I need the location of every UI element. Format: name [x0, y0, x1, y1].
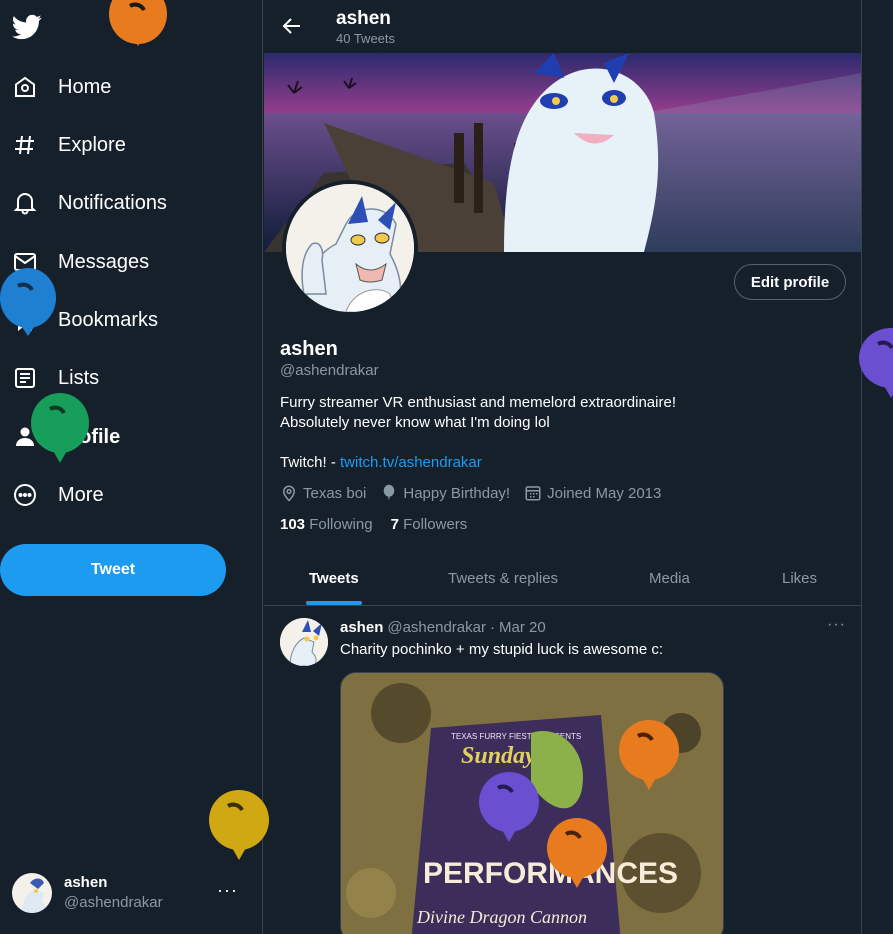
joined-item: Joined May 2013	[524, 484, 661, 502]
tab-tweets-replies[interactable]: Tweets & replies	[448, 552, 558, 605]
following-count: 103	[280, 516, 306, 533]
profile-column: ashen 40 Tweets Edit profile ashen @ashe…	[264, 0, 862, 934]
sidebar-item-messages[interactable]: Messages	[0, 237, 240, 287]
tweet-count: 40 Tweets	[336, 31, 396, 46]
sidebar-item-label: Messages	[58, 250, 150, 273]
sidebar-item-profile[interactable]: Profile	[0, 412, 240, 462]
twitch-link[interactable]: twitch.tv/ashendrakar	[340, 454, 482, 471]
joined-text: Joined May 2013	[547, 484, 662, 502]
sidebar-item-more[interactable]: More	[0, 470, 240, 520]
tweet-date[interactable]: Mar 20	[499, 619, 546, 636]
sidebar-item-home[interactable]: Home	[0, 62, 240, 112]
avatar	[12, 873, 52, 913]
poster-title-text: PERFORMANCES	[423, 857, 678, 890]
edit-profile-button[interactable]: Edit profile	[734, 264, 846, 300]
tweet-menu-icon[interactable]: ···	[827, 616, 846, 634]
followers-count: 7	[390, 516, 399, 533]
profile-avatar[interactable]	[282, 180, 418, 316]
profile-bio: Furry streamer VR enthusiast and memelor…	[280, 393, 676, 473]
home-icon	[12, 74, 38, 100]
birthday-balloon-purple	[859, 328, 893, 398]
sidebar-item-label: Lists	[58, 366, 100, 389]
bell-icon	[12, 190, 38, 216]
page-title: ashen	[336, 8, 391, 29]
sidebar-item-bookmarks[interactable]: Bookmarks	[0, 295, 240, 345]
profile-name: ashen	[280, 338, 338, 360]
account-name: ashen	[64, 874, 108, 891]
bio-line: Twitch! - twitch.tv/ashendrakar	[280, 453, 676, 473]
hashtag-icon	[12, 132, 38, 158]
tab-tweets[interactable]: Tweets	[309, 552, 359, 605]
person-icon	[12, 424, 38, 450]
location-text: Texas boi	[303, 484, 367, 502]
more-circle-icon	[12, 482, 38, 508]
sidebar-item-explore[interactable]: Explore	[0, 120, 240, 170]
profile-meta: Texas boi Happy Birthday! Joined May 201…	[280, 484, 661, 502]
envelope-icon	[12, 249, 38, 275]
bio-twitch-prefix: Twitch! -	[280, 454, 341, 471]
sidebar-item-label: Profile	[58, 425, 121, 448]
calendar-icon	[525, 486, 541, 501]
twitter-logo-icon[interactable]	[12, 12, 42, 42]
tab-likes[interactable]: Likes	[782, 552, 817, 605]
sidebar-item-label: Bookmarks	[58, 308, 159, 331]
bookmark-icon	[12, 307, 38, 333]
followers-label: Followers	[403, 516, 468, 533]
bio-line: Furry streamer VR enthusiast and memelor…	[280, 394, 676, 411]
tweet-separator: ·	[489, 619, 495, 636]
account-handle: @ashendrakar	[64, 894, 163, 911]
sidebar: Home Explore Notifications Messages Book…	[0, 0, 263, 934]
tweet[interactable]: ashen @ashendrakar · Mar 20 ··· Charity …	[264, 606, 861, 934]
profile-handle: @ashendrakar	[280, 362, 379, 379]
balloon-icon	[384, 484, 395, 501]
back-arrow-icon[interactable]	[280, 14, 304, 38]
poster-sunday-text: Sunday	[461, 743, 536, 769]
sidebar-item-label: Explore	[58, 133, 126, 156]
sidebar-item-label: Home	[58, 75, 112, 98]
location-pin-icon	[282, 485, 296, 502]
tweet-author-name[interactable]: ashen	[340, 619, 383, 636]
birthday-item: Happy Birthday!	[380, 484, 510, 502]
account-menu-icon[interactable]: ···	[217, 880, 238, 901]
birthday-text: Happy Birthday!	[403, 484, 511, 502]
account-switcher[interactable]: ashen @ashendrakar ···	[0, 862, 250, 924]
sidebar-item-label: Notifications	[58, 191, 167, 214]
tab-media[interactable]: Media	[649, 552, 690, 605]
tweet-image[interactable]: TEXAS FURRY FIESTA PRESENTS Sunday PERFO…	[340, 672, 724, 934]
tweet-button[interactable]: Tweet	[0, 544, 226, 596]
sidebar-item-lists[interactable]: Lists	[0, 353, 240, 403]
bio-line: Absolutely never know what I'm doing lol	[280, 414, 550, 431]
poster-sub-text: Divine Dragon Cannon	[416, 907, 587, 927]
profile-tabs: Tweets Tweets & replies Media Likes	[264, 552, 861, 606]
profile-header-bar: ashen 40 Tweets	[264, 0, 861, 53]
tweet-text: Charity pochinko + my stupid luck is awe…	[340, 641, 664, 658]
tweet-header: ashen @ashendrakar · Mar 20	[340, 619, 546, 636]
tweet-author-handle[interactable]: @ashendrakar	[387, 619, 486, 636]
sidebar-item-notifications[interactable]: Notifications	[0, 178, 240, 228]
following-label: Following	[309, 516, 373, 533]
sidebar-item-label: More	[58, 483, 104, 506]
following-link[interactable]: 103 Following	[280, 516, 373, 533]
followers-link[interactable]: 7 Followers	[391, 516, 468, 533]
tweet-avatar[interactable]	[280, 618, 328, 666]
follow-stats: 103 Following 7 Followers	[280, 516, 467, 533]
list-icon	[12, 365, 38, 391]
location-item: Texas boi	[280, 484, 366, 502]
active-tab-indicator	[306, 601, 362, 605]
